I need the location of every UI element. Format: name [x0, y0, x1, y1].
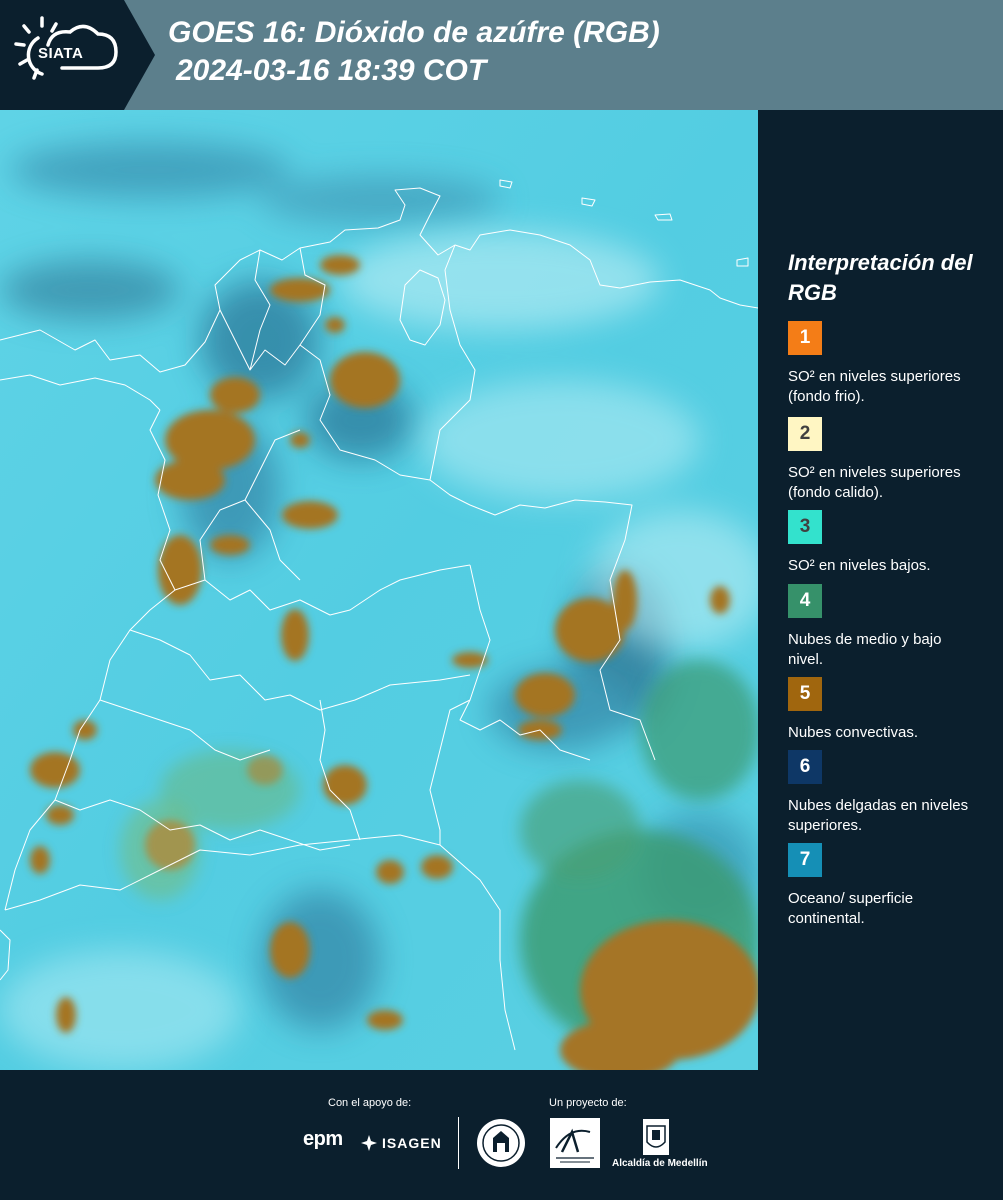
timestamp: 2024-03-16 18:39 COT: [176, 54, 487, 87]
legend-label-5: Nubes convectivas.: [788, 724, 919, 741]
isagen-icon: [361, 1135, 377, 1151]
alcaldia-emblem-icon: [643, 1119, 669, 1155]
legend-swatch-3: 3: [788, 510, 822, 544]
support-label: Con el apoyo de:: [328, 1097, 412, 1109]
legend-item-4: 4 Nubes de medio y bajo nivel.: [788, 584, 988, 670]
legend-label-1: SO² en niveles superiores (fondo frio).: [788, 368, 961, 405]
legend-item-1: 1 SO² en niveles superiores (fondo frio)…: [788, 321, 988, 407]
satellite-image: [0, 110, 758, 1070]
area-metropolitana-logo: [550, 1118, 600, 1168]
area-metropolitana-icon: [555, 1128, 594, 1163]
legend-label-6: Nubes delgadas en niveles superiores.: [788, 797, 969, 834]
legend-label-4: Nubes de medio y bajo nivel.: [788, 631, 942, 668]
logo-text: SIATA: [38, 45, 84, 62]
satellite-map[interactable]: [0, 110, 758, 1070]
legend-swatch-4: 4: [788, 584, 822, 618]
header-bar: SIATA GOES 16: Dióxido de azúfre (RGB) 2…: [0, 0, 1003, 110]
legend-swatch-2: 2: [788, 417, 822, 451]
alcaldia-label: Alcaldía de Medellín: [612, 1158, 708, 1169]
footer-divider: [458, 1117, 459, 1169]
isagen-text: ISAGEN: [382, 1135, 442, 1151]
medellin-seal-icon: [477, 1119, 525, 1167]
legend-item-6: 6 Nubes delgadas en niveles superiores.: [788, 750, 988, 836]
legend-swatch-5: 5: [788, 677, 822, 711]
legend-item-7: 7 Oceano/ superficie continental.: [788, 843, 988, 929]
legend-item-2: 2 SO² en niveles superiores (fondo calid…: [788, 417, 988, 503]
project-label: Un proyecto de:: [549, 1097, 627, 1109]
page-title: GOES 16: Dióxido de azúfre (RGB): [168, 16, 660, 49]
legend-title: Interpretación del RGB: [788, 250, 973, 305]
legend-swatch-7: 7: [788, 843, 822, 877]
isagen-logo: ISAGEN: [360, 1132, 442, 1154]
logo-panel: SIATA: [0, 0, 155, 110]
legend-label-2: SO² en niveles superiores (fondo calido)…: [788, 464, 961, 501]
legend-panel: Interpretación del RGB 1 SO² en niveles …: [760, 110, 1003, 1070]
epm-logo: epm: [303, 1128, 343, 1150]
legend-label-3: SO² en niveles bajos.: [788, 557, 931, 574]
legend-label-7: Oceano/ superficie continental.: [788, 890, 914, 927]
legend-item-5: 5 Nubes convectivas.: [788, 677, 988, 743]
legend-swatch-6: 6: [788, 750, 822, 784]
legend-item-3: 3 SO² en niveles bajos.: [788, 510, 988, 576]
footer: Con el apoyo de: Un proyecto de: epm ISA…: [0, 1070, 1003, 1200]
legend-swatch-1: 1: [788, 321, 822, 355]
